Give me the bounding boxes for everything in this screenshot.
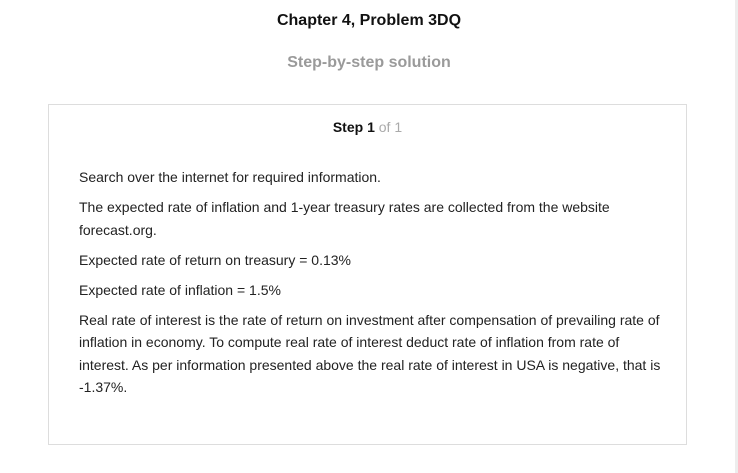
step-number: 1 — [367, 119, 375, 135]
step-paragraph: Search over the internet for required in… — [79, 169, 381, 185]
step-label: Step — [332, 119, 364, 135]
step-paragraph: The expected rate of inflation and 1-yea… — [79, 199, 610, 238]
step-body: Search over the internet for required in… — [79, 166, 664, 406]
step-paragraph: Real rate of interest is the rate of ret… — [79, 311, 661, 396]
step-of-label: of — [378, 119, 391, 135]
step-paragraph: Expected rate of return on treasury = 0.… — [79, 251, 351, 268]
solution-page: Chapter 4, Problem 3DQ Step-by-step solu… — [0, 0, 738, 473]
step-card: Step 1 of 1 Search over the internet for… — [48, 104, 687, 445]
step-paragraph: Expected rate of inflation = 1.5% — [79, 281, 281, 298]
step-header: Step 1 of 1 — [49, 119, 686, 135]
chapter-title: Chapter 4, Problem 3DQ — [276, 12, 462, 29]
step-total: 1 — [394, 119, 403, 135]
solution-subtitle: Step-by-step solution — [287, 54, 451, 71]
